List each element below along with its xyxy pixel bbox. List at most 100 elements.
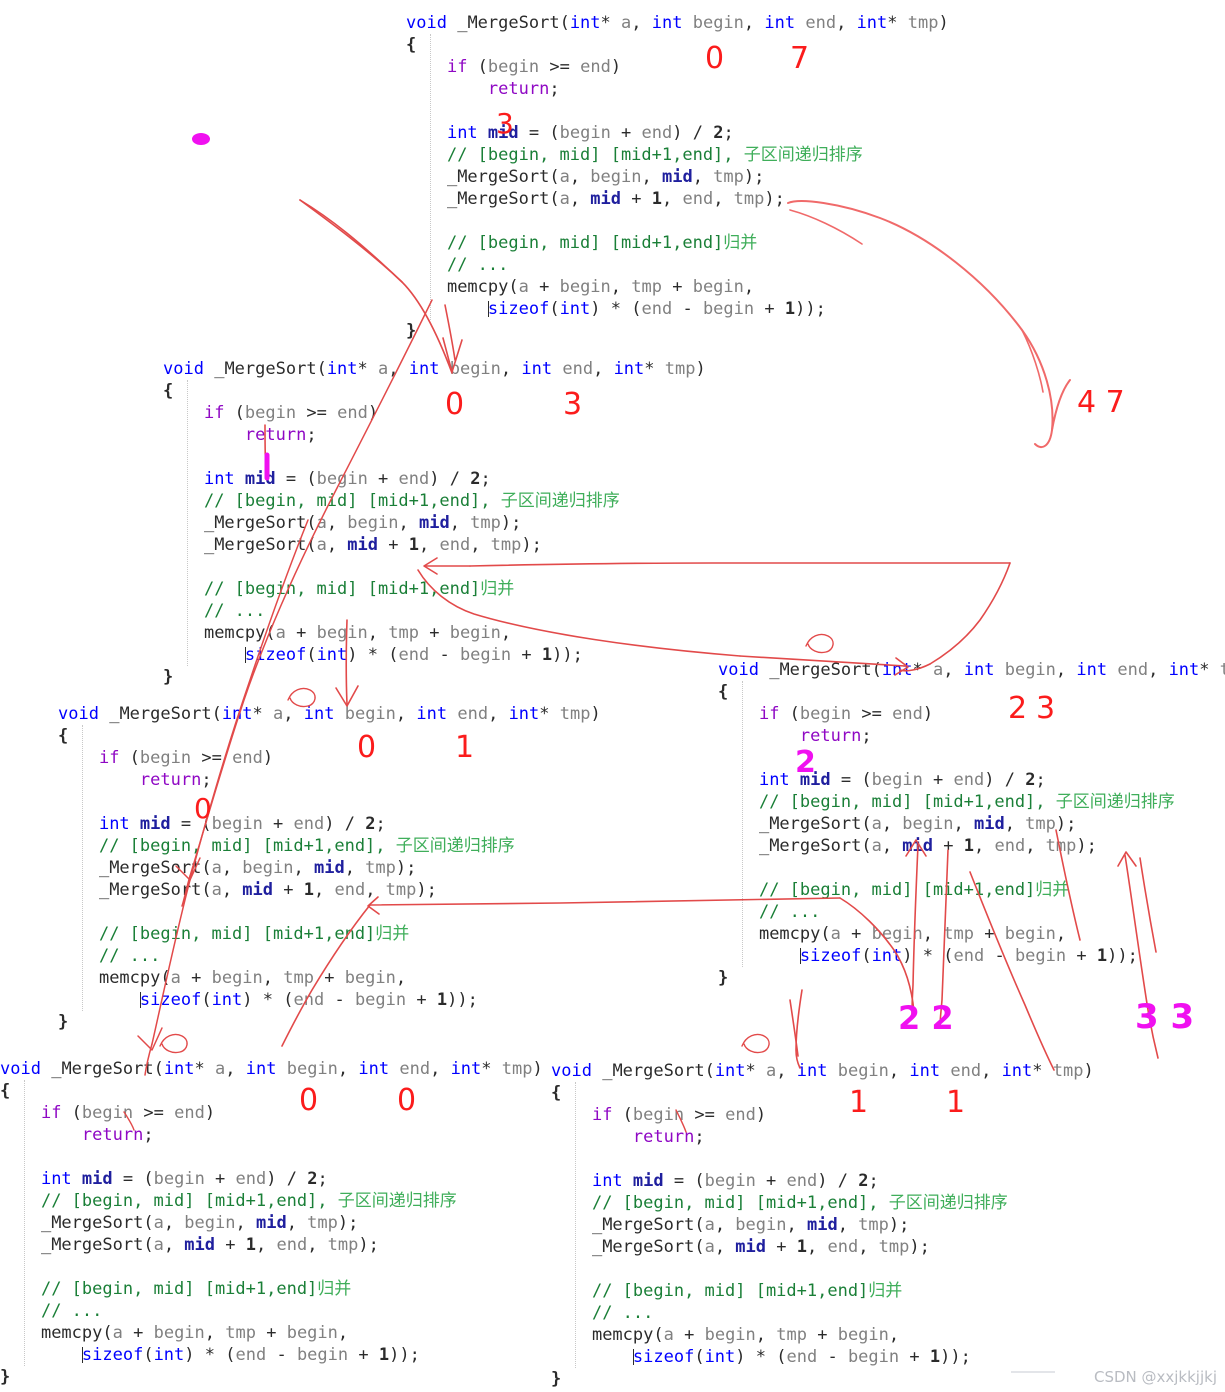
code-token: ( xyxy=(133,1169,154,1189)
code-token: end xyxy=(994,836,1026,856)
code-token: 1 xyxy=(303,880,314,900)
code-token: end xyxy=(682,189,714,209)
code-token: ); xyxy=(521,535,542,555)
code-token: void xyxy=(406,13,447,33)
code-token: a xyxy=(316,513,327,533)
code-token: a xyxy=(704,1237,715,1257)
code-token: int xyxy=(521,359,553,379)
code-token: * xyxy=(539,704,560,724)
code-token: )); xyxy=(1107,946,1138,966)
code-line: return; xyxy=(0,1124,543,1146)
code-token: end xyxy=(235,1345,267,1365)
code-token: begin xyxy=(871,770,923,790)
code-line: return; xyxy=(163,424,706,446)
code-token: , xyxy=(981,1061,1002,1081)
code-token: , xyxy=(943,660,964,680)
annotation-end-3-block4: 3 xyxy=(1036,691,1056,726)
code-token: >= xyxy=(549,57,570,77)
mergesort-call-0-0[interactable]: void _MergeSort(int* a, int begin, int e… xyxy=(0,1058,543,1388)
code-token: int xyxy=(1076,660,1108,680)
code-token: ( xyxy=(119,748,140,768)
code-token: tmp xyxy=(1052,1061,1084,1081)
code-token: begin xyxy=(692,277,744,297)
code-token: , xyxy=(293,858,314,878)
code-token: , xyxy=(221,880,243,900)
code-token: a xyxy=(766,1061,777,1081)
code-token: , xyxy=(713,189,734,209)
code-token: int xyxy=(316,645,348,665)
code-token: // [begin, mid] [mid+1,end] xyxy=(203,579,481,599)
code-token: + xyxy=(511,645,542,665)
code-line: // ... xyxy=(718,901,1225,923)
code-token: end xyxy=(398,469,430,489)
code-token: if xyxy=(40,1103,62,1123)
code-token: begin xyxy=(354,990,407,1010)
code-line: if (begin >= end) xyxy=(551,1104,1094,1126)
code-token: _MergeSort xyxy=(203,535,307,555)
code-token: 2 xyxy=(365,814,376,834)
code-token: a xyxy=(275,623,286,643)
code-token: , xyxy=(255,1235,277,1255)
code-token: = xyxy=(528,123,540,143)
mergesort-call-0-1[interactable]: void _MergeSort(int* a, int begin, int e… xyxy=(58,703,601,1033)
code-token: , xyxy=(881,814,903,834)
code-token: ( xyxy=(306,535,317,555)
code-token: 子区间递归排序 xyxy=(888,1193,1008,1213)
code-token: ) xyxy=(367,403,379,423)
code-token: a xyxy=(211,858,222,878)
code-token: + xyxy=(840,924,872,944)
code-token: return xyxy=(81,1125,144,1145)
code-token: memcpy xyxy=(203,623,266,643)
code-token: - xyxy=(429,645,460,665)
code-token: a xyxy=(871,814,882,834)
code-token: end xyxy=(580,57,611,77)
code-line: int mid = (begin + end) / 2; xyxy=(163,468,706,490)
code-line: void _MergeSort(int* a, int begin, int e… xyxy=(58,703,601,725)
code-token: , xyxy=(888,1325,900,1345)
code-token: { xyxy=(0,1081,11,1101)
code-token: int xyxy=(245,1059,277,1079)
code-token: ( xyxy=(306,513,317,533)
code-token: end xyxy=(276,1235,308,1255)
code-line: // [begin, mid] [mid+1,end], 子区间递归排序 xyxy=(406,144,949,166)
code-token: tmp xyxy=(631,277,662,297)
code-line: { xyxy=(0,1080,543,1102)
code-token: ( xyxy=(653,1325,664,1345)
code-token: / xyxy=(837,1171,848,1191)
code-token: a xyxy=(933,660,944,680)
code-token: memcpy xyxy=(591,1325,654,1345)
code-token: if xyxy=(98,748,120,768)
code-token: + xyxy=(285,623,317,643)
code-token: >= xyxy=(143,1103,164,1123)
code-token: >= xyxy=(306,403,327,423)
code-token: * xyxy=(912,660,934,680)
code-token: * xyxy=(1032,1061,1053,1081)
code-token: + xyxy=(528,277,560,297)
mergesort-call-0-7[interactable]: void _MergeSort(int* a, int begin, int e… xyxy=(406,12,949,342)
code-token: ( xyxy=(508,277,519,297)
code-line: _MergeSort(a, mid + 1, end, tmp); xyxy=(0,1234,543,1256)
code-token: int xyxy=(714,1061,746,1081)
mergesort-call-1-1[interactable]: void _MergeSort(int* a, int begin, int e… xyxy=(551,1060,1094,1390)
code-token: ); xyxy=(395,858,417,878)
code-token: ; xyxy=(375,814,386,834)
code-token: , xyxy=(1055,660,1077,680)
mergesort-call-2-3[interactable]: void _MergeSort(int* a, int begin, int e… xyxy=(718,659,1225,989)
mergesort-call-0-3[interactable]: void _MergeSort(int* a, int begin, int e… xyxy=(163,358,706,688)
code-token: + xyxy=(367,469,399,489)
code-token: a xyxy=(871,836,882,856)
code-token: , xyxy=(888,1061,910,1081)
code-line: void _MergeSort(int* a, int begin, int e… xyxy=(406,12,949,34)
code-token: / xyxy=(449,469,460,489)
code-token: memcpy xyxy=(98,968,161,988)
code-token: tmp xyxy=(307,1213,338,1233)
code-token: ) xyxy=(735,1347,756,1367)
code-token: mid xyxy=(242,880,274,900)
code-token: + xyxy=(204,1169,236,1189)
